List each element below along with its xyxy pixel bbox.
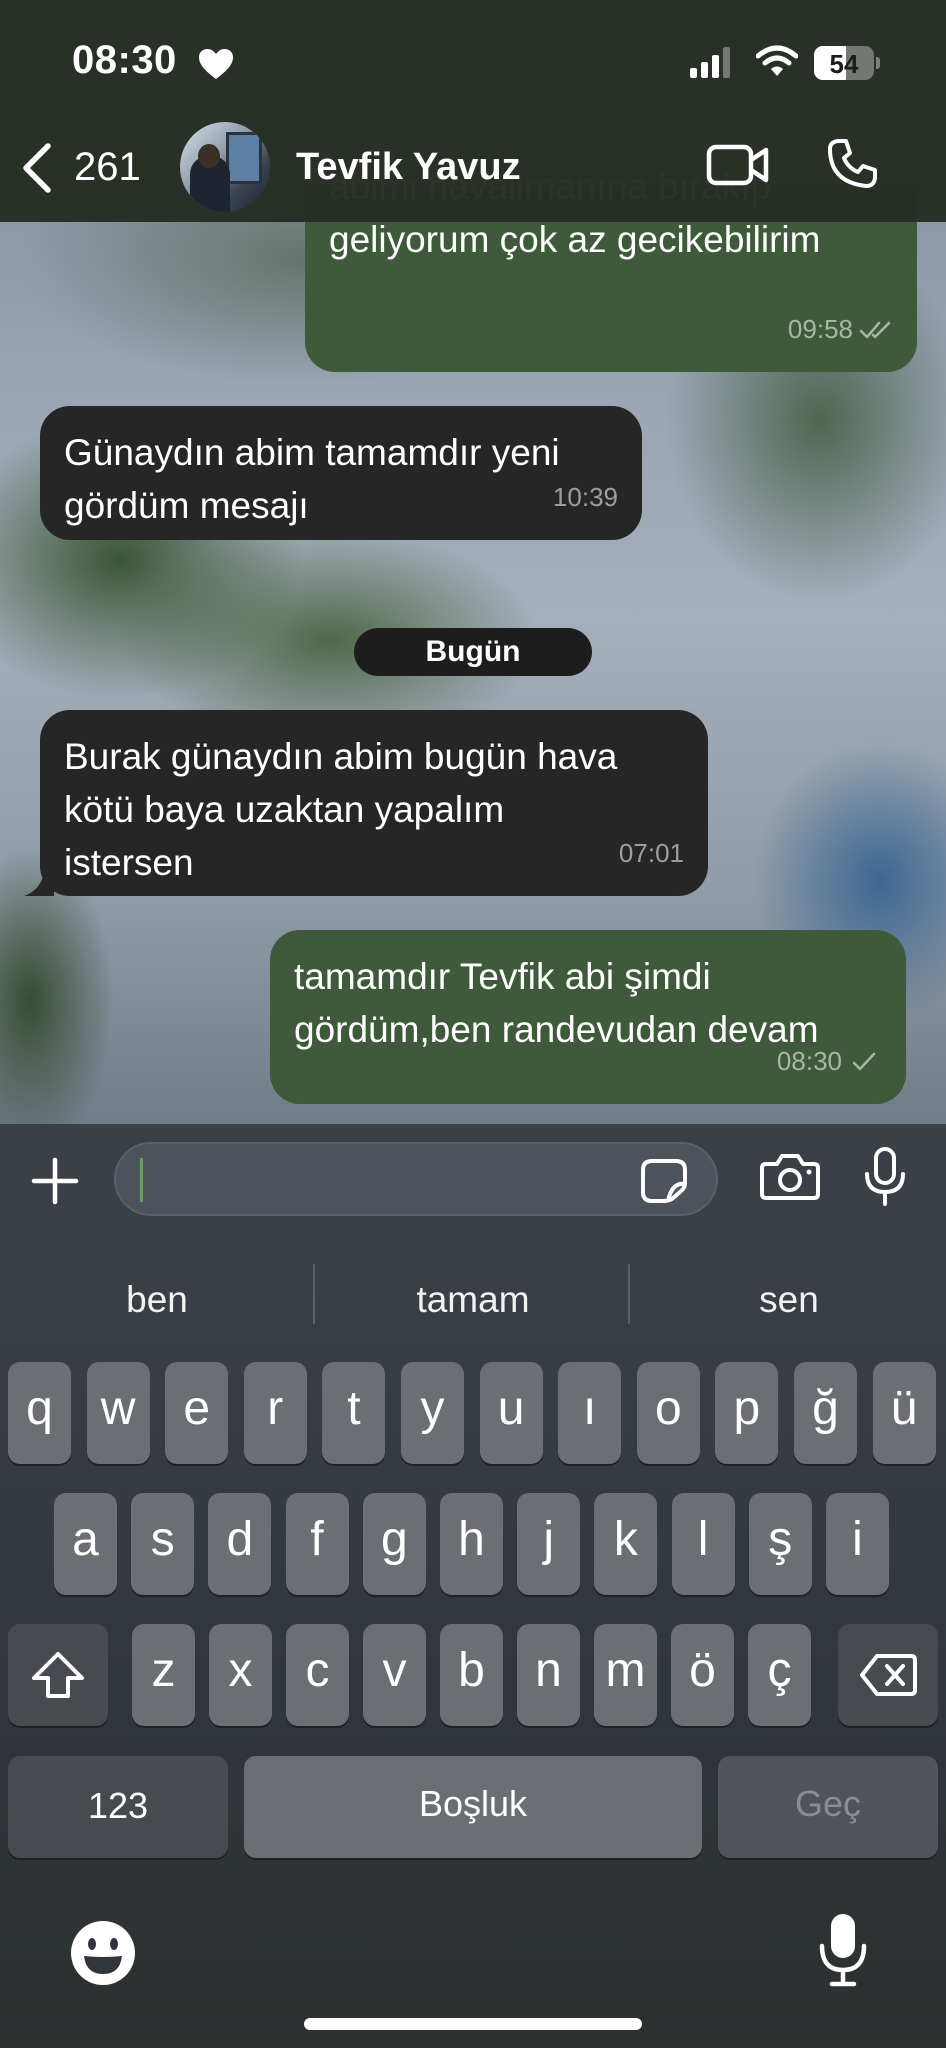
wifi-icon xyxy=(756,45,798,76)
key-a[interactable]: a xyxy=(54,1493,117,1595)
contact-name[interactable]: Tevfik Yavuz xyxy=(296,146,521,189)
message-time: 09:58 xyxy=(787,314,853,344)
battery-body: 54 xyxy=(814,46,874,80)
key-o[interactable]: o xyxy=(636,1362,700,1464)
cellular-signal-icon xyxy=(690,47,730,78)
backspace-icon xyxy=(860,1654,917,1696)
microphone-icon[interactable] xyxy=(862,1146,908,1208)
key-ü[interactable]: ü xyxy=(872,1362,936,1464)
key-n[interactable]: n xyxy=(517,1624,580,1726)
message-text: Burak günaydın abim bugün hava kötü baya… xyxy=(64,736,618,883)
key-ı[interactable]: ı xyxy=(558,1362,622,1464)
message-time: 07:01 xyxy=(618,838,684,868)
home-indicator[interactable] xyxy=(304,2018,642,2030)
key-q[interactable]: q xyxy=(8,1362,71,1464)
key-f[interactable]: f xyxy=(285,1493,349,1595)
message-input[interactable] xyxy=(114,1142,718,1216)
key-z[interactable]: z xyxy=(132,1624,195,1726)
key-e[interactable]: e xyxy=(165,1362,229,1464)
key-ş[interactable]: ş xyxy=(748,1493,812,1595)
key-g[interactable]: g xyxy=(362,1493,426,1595)
key-ö[interactable]: ö xyxy=(671,1624,734,1726)
key-w[interactable]: w xyxy=(86,1362,150,1464)
message-time: 10:39 xyxy=(552,482,618,512)
battery-nub xyxy=(876,57,880,69)
key-m[interactable]: m xyxy=(594,1624,657,1726)
message-meta: 07:01 xyxy=(619,827,684,880)
key-ğ[interactable]: ğ xyxy=(794,1362,857,1464)
key-r[interactable]: r xyxy=(243,1362,307,1464)
suggestion-divider xyxy=(313,1264,315,1324)
return-key[interactable]: Geç xyxy=(718,1756,938,1858)
key-d[interactable]: d xyxy=(208,1493,272,1595)
key-j[interactable]: j xyxy=(517,1493,581,1595)
key-ç[interactable]: ç xyxy=(748,1624,811,1726)
avatar[interactable] xyxy=(180,122,270,212)
key-l[interactable]: l xyxy=(671,1493,735,1595)
shift-key[interactable] xyxy=(8,1624,108,1726)
chevron-left-icon[interactable] xyxy=(18,142,58,194)
emoji-icon[interactable] xyxy=(68,1918,138,1988)
avatar-photo-head xyxy=(198,144,220,168)
video-call-icon[interactable] xyxy=(706,142,770,188)
battery-level: 54 xyxy=(829,49,859,79)
suggestion-bar: ben tamam sen xyxy=(0,1260,946,1340)
key-u[interactable]: u xyxy=(479,1362,543,1464)
key-k[interactable]: k xyxy=(594,1493,658,1595)
key-b[interactable]: b xyxy=(440,1624,503,1726)
backspace-key[interactable] xyxy=(838,1624,938,1726)
single-check-icon xyxy=(852,1052,876,1070)
battery-indicator: 54 xyxy=(814,46,880,80)
message-text: Günaydın abim tamamdır yeni gördüm mesaj… xyxy=(64,432,560,526)
key-v[interactable]: v xyxy=(363,1624,426,1726)
suggestion-divider xyxy=(628,1264,630,1324)
heart-icon xyxy=(199,49,233,79)
sticker-icon[interactable] xyxy=(640,1158,688,1204)
message-bubble-outgoing[interactable]: tamamdır Tevfik abi şimdi gördüm,ben ran… xyxy=(270,930,906,1104)
dictation-mic-icon[interactable] xyxy=(818,1912,868,1988)
date-separator: Bugün xyxy=(354,628,592,676)
suggestion-item[interactable]: ben xyxy=(0,1260,314,1340)
message-bubble-incoming[interactable]: Günaydın abim tamamdır yeni gördüm mesaj… xyxy=(40,406,642,540)
message-meta: 09:58 xyxy=(788,303,893,356)
suggestion-item[interactable]: sen xyxy=(632,1260,946,1340)
key-t[interactable]: t xyxy=(322,1362,386,1464)
key-c[interactable]: c xyxy=(286,1624,349,1726)
key-x[interactable]: x xyxy=(209,1624,272,1726)
suggestion-item[interactable]: tamam xyxy=(316,1260,630,1340)
space-key[interactable]: Boşluk xyxy=(244,1756,702,1858)
double-check-icon xyxy=(859,321,891,338)
numbers-key[interactable]: 123 xyxy=(8,1756,228,1858)
plus-icon[interactable] xyxy=(30,1156,80,1206)
key-p[interactable]: p xyxy=(715,1362,779,1464)
shift-arrow-icon xyxy=(32,1652,84,1698)
key-y[interactable]: y xyxy=(401,1362,464,1464)
bubble-tail-icon xyxy=(24,866,54,896)
avatar-photo-window xyxy=(226,132,262,184)
key-s[interactable]: s xyxy=(131,1493,195,1595)
message-meta: 08:30 xyxy=(777,1035,882,1088)
text-caret xyxy=(140,1158,143,1202)
back-unread-count[interactable]: 261 xyxy=(74,145,141,190)
status-time: 08:30 xyxy=(72,38,177,82)
message-bubble-incoming[interactable]: Burak günaydın abim bugün hava kötü baya… xyxy=(40,710,708,896)
key-i[interactable]: i xyxy=(826,1493,889,1595)
phone-call-icon[interactable] xyxy=(826,138,878,190)
key-h[interactable]: h xyxy=(440,1493,503,1595)
camera-icon[interactable] xyxy=(760,1152,820,1202)
message-meta: 10:39 xyxy=(553,471,618,524)
message-time: 08:30 xyxy=(776,1046,842,1076)
